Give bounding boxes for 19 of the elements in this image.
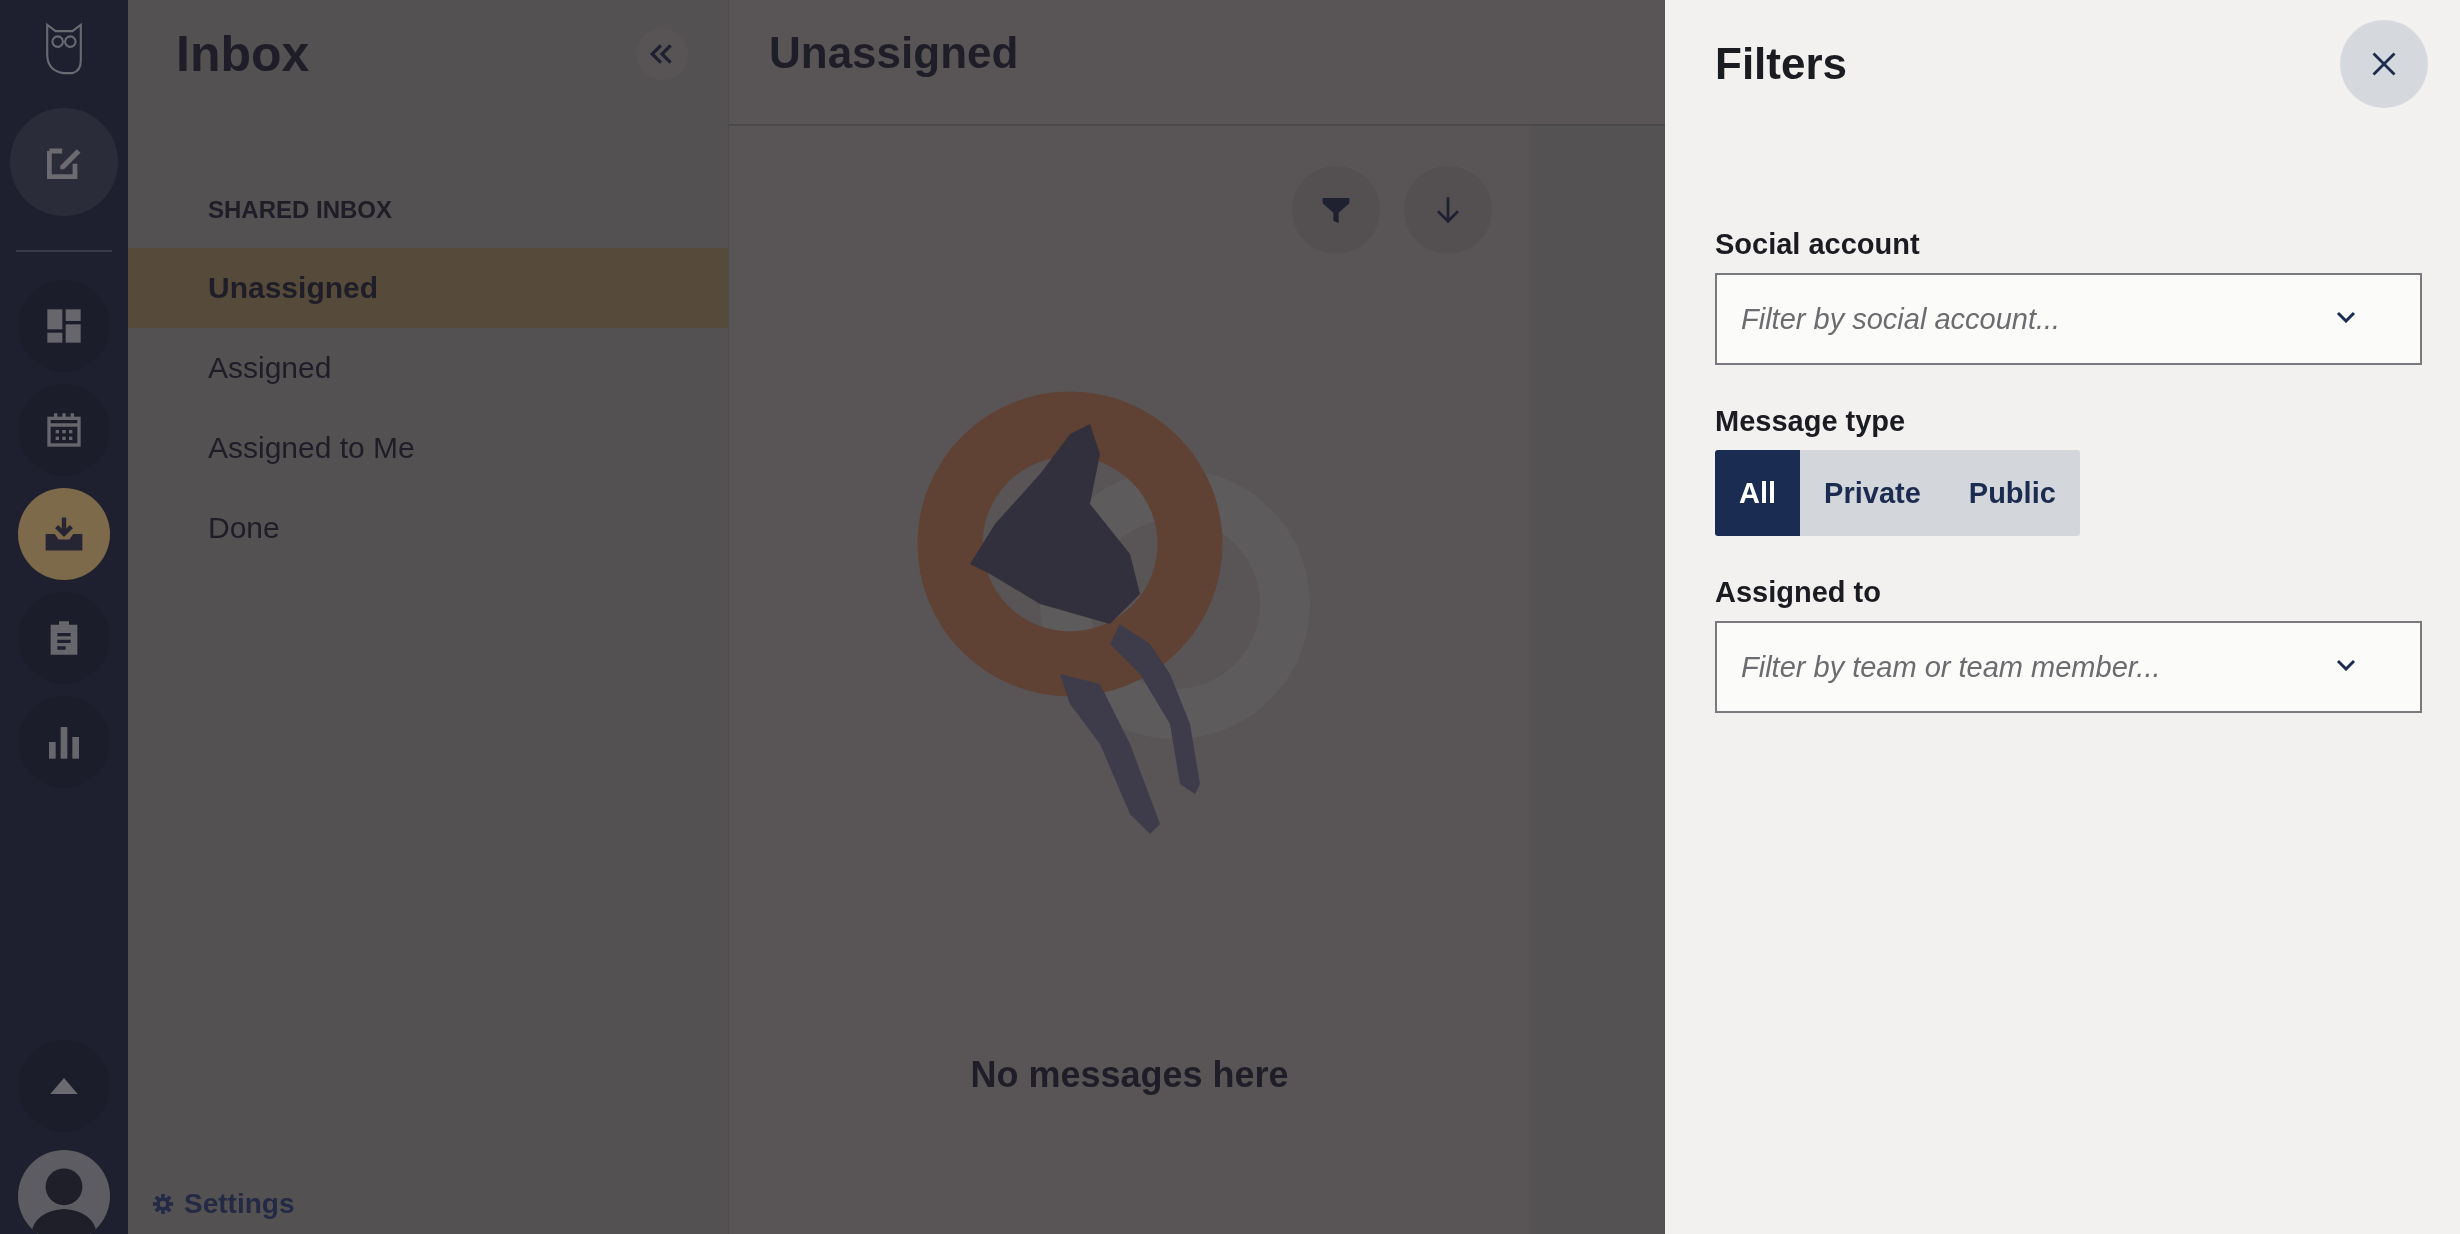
dropdown-field[interactable]: Filter by social account... (1715, 273, 2422, 365)
triangle-up-icon (50, 1078, 78, 1094)
chevron-down-icon (2336, 311, 2356, 323)
field-label: Message type (1715, 405, 1907, 438)
double-chevron-left-icon (649, 43, 675, 65)
empty-state-message: No messages here (970, 1054, 1289, 1096)
owl-logo-icon (43, 22, 85, 76)
close-icon (2370, 50, 2398, 78)
chevron-down-icon (2336, 659, 2356, 671)
filters-title: Filters (1715, 39, 1848, 89)
segment-option[interactable]: Private (1800, 450, 1945, 536)
view-title: Unassigned (769, 27, 1019, 78)
field-label: Assigned to (1715, 576, 1882, 609)
field-label: Social account (1715, 228, 1921, 261)
dropdown-field[interactable]: Filter by team or team member... (1715, 621, 2422, 713)
segment-option[interactable]: All (1715, 450, 1801, 536)
dashboard-icon (44, 306, 84, 346)
segment-option[interactable]: Public (1944, 450, 2080, 536)
calendar-icon (44, 410, 84, 450)
